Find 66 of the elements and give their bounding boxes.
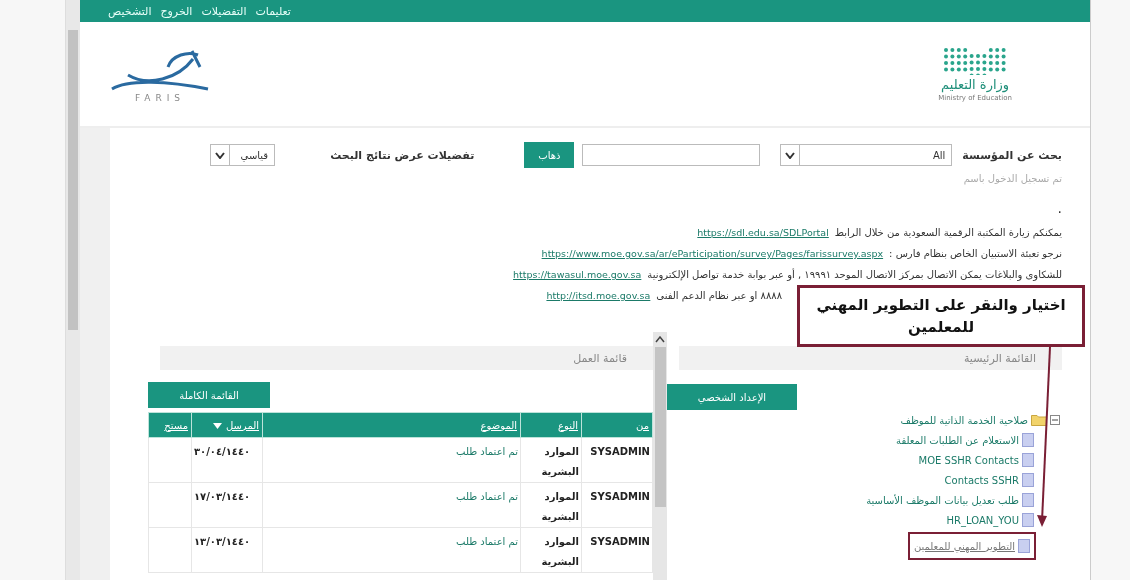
table-cell: ١٧/٠٣/١٤٤٠ <box>191 482 263 528</box>
tree-item[interactable]: صلاحية الخدمة الذاتية للموظف <box>898 410 1062 430</box>
page-icon <box>1022 433 1034 447</box>
nav-link[interactable]: تعليمات <box>255 4 291 18</box>
caret-icon <box>215 151 226 159</box>
folder-icon <box>1031 414 1047 426</box>
column-header[interactable]: النوع <box>520 412 582 438</box>
tree-item[interactable]: طلب تعديل بيانات الموظف الأساسية <box>864 490 1036 510</box>
nav-link[interactable]: التشخيص <box>108 4 152 18</box>
table-cell: ٣٠/٠٤/١٤٤٠ <box>191 437 263 483</box>
table-cell: الموارد البشرية <box>520 527 582 573</box>
search-label: بحث عن المؤسسة <box>962 148 1062 162</box>
column-header[interactable]: من <box>581 412 653 438</box>
page-icon <box>1018 539 1030 553</box>
notice-text: نرجو تعبئة الاستبيان الخاص بنظام فارس : <box>889 248 1062 259</box>
preferences-label: تفضيلات عرض نتائج البحث <box>330 148 475 162</box>
ministry-name: وزارة التعليم <box>941 76 1010 92</box>
subject-link[interactable]: تم اعتماد طلب <box>456 536 518 547</box>
notice-text: يمكنكم زيارة المكتبة الرقمية السعودية من خلال الرابط <box>834 227 1062 238</box>
tree-item[interactable]: Contacts SSHR <box>942 470 1036 490</box>
search-field[interactable] <box>582 144 761 166</box>
login-note: تم تسجيل الدخول باسم <box>962 173 1062 184</box>
table-cell: ١٣/٠٣/١٤٤٠ <box>191 527 263 573</box>
nav-link[interactable]: الخروج <box>160 4 193 18</box>
notice-link[interactable]: http://itsd.moe.gov.sa <box>546 290 651 301</box>
notice-link[interactable]: https://www.moe.gov.sa/ar/eParticipation/survey/Pages/farissurvey.aspx <box>541 248 884 259</box>
subject-link[interactable]: تم اعتماد طلب <box>456 446 518 457</box>
page-icon <box>1022 473 1034 487</box>
table-cell: SYSADMIN <box>581 437 653 483</box>
notice-link[interactable]: https://sdl.edu.sa/SDLPortal <box>697 227 829 238</box>
tree-item[interactable]: التطوير المهني للمعلمين <box>907 532 1036 560</box>
page-icon <box>1022 513 1034 527</box>
column-header[interactable]: المرسل <box>191 412 263 438</box>
preferences-select[interactable]: قياسي <box>210 144 276 166</box>
tree-item[interactable]: الاستعلام عن الطلبات المعلقة <box>894 430 1036 450</box>
tree-item[interactable]: HR_LOAN_YOU <box>944 510 1036 530</box>
full-list-button[interactable]: القائمة الكاملة <box>148 382 270 408</box>
nav-link[interactable]: التفضيلات <box>201 4 247 18</box>
caret-icon <box>785 151 796 159</box>
table-cell: الموارد البشرية <box>520 437 582 483</box>
scrollbar[interactable] <box>66 0 80 580</box>
notice-link[interactable]: https://tawasul.moe.gov.sa <box>513 269 642 280</box>
table-cell: SYSADMIN <box>581 482 653 528</box>
personal-settings-button[interactable]: الإعداد الشخصي <box>667 384 797 410</box>
table-cell: SYSADMIN <box>581 527 653 573</box>
panel-title: القائمة الرئيسية <box>963 351 1036 365</box>
bullet: . <box>1056 200 1062 218</box>
logo-text: FARIS <box>134 93 186 103</box>
subject-link[interactable]: تم اعتماد طلب <box>456 491 518 502</box>
scrollbar[interactable] <box>653 332 667 580</box>
notice-text: ٨٨٨٨ او عبر نظام الدعم الفنى <box>656 290 782 301</box>
callout: اختيار والنقر على التطوير المهني للمعلمين <box>797 285 1085 347</box>
page-icon <box>1022 453 1034 467</box>
page-icon <box>1022 493 1034 507</box>
column-header[interactable]: مستح <box>148 412 192 438</box>
collapse-icon <box>1050 415 1060 425</box>
sort-caret-icon <box>212 422 222 429</box>
scope-select[interactable]: All <box>780 144 953 166</box>
panel-title: قائمة العمل <box>573 351 627 365</box>
column-header[interactable]: الموضوع <box>262 412 521 438</box>
table-cell: الموارد البشرية <box>520 482 582 528</box>
scroll-up-icon[interactable] <box>655 336 665 343</box>
tree-item[interactable]: MOE SSHR Contacts <box>916 450 1036 470</box>
go-button[interactable]: ذهاب <box>524 142 575 168</box>
notice-text: للشكاوى والبلاغات يمكن الاتصال بمركز الاتصال الموحد ١٩٩٩١ , أو عبر بوابة خدمة تواصل الإلكترونية <box>647 269 1062 280</box>
dots-logo-icon <box>943 46 1008 75</box>
